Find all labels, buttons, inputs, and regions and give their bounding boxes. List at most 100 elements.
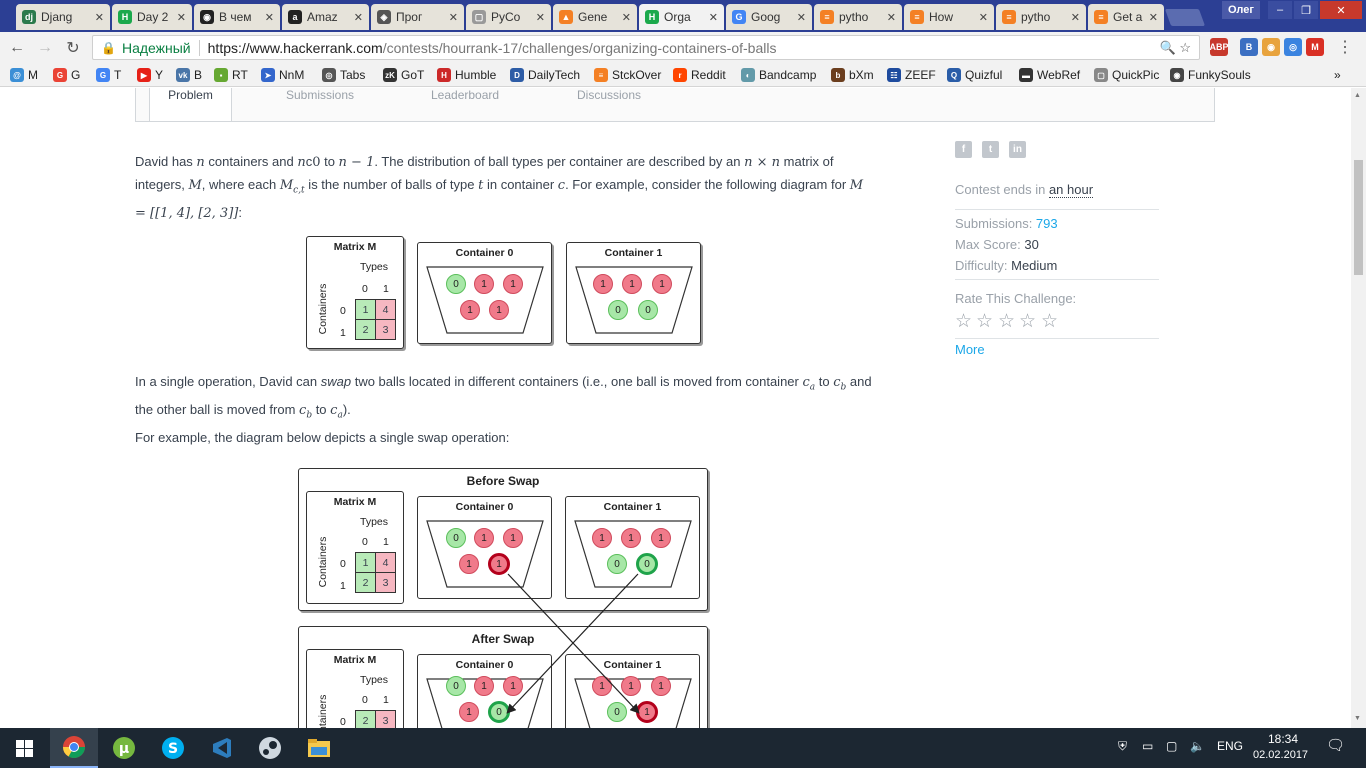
bookmark-item[interactable]: ☷ ZEEF — [887, 67, 936, 83]
browser-tab[interactable]: ≡ pytho ✕ — [996, 4, 1086, 30]
twitter-icon[interactable]: t — [982, 141, 999, 158]
language-indicator[interactable]: ENG — [1217, 739, 1243, 753]
bookmark-item[interactable]: ➤ NnM — [261, 67, 304, 83]
bookmark-label: StckOver — [612, 68, 662, 82]
profile-button[interactable]: Олег — [1222, 1, 1260, 19]
bookmark-item[interactable]: r Reddit — [673, 67, 726, 83]
tab-close-icon[interactable]: ✕ — [797, 11, 806, 24]
extension-icon[interactable]: ABP — [1210, 38, 1229, 56]
tab-close-icon[interactable]: ✕ — [265, 11, 274, 24]
tab-close-icon[interactable]: ✕ — [622, 11, 631, 24]
browser-tab[interactable]: H Day 2 ✕ — [112, 4, 192, 30]
bookmark-item[interactable]: GT — [96, 67, 121, 83]
steam-icon[interactable] — [246, 728, 294, 768]
visual-studio-icon[interactable] — [198, 728, 246, 768]
network-icon[interactable]: ▭ — [1142, 739, 1153, 753]
tab-close-icon[interactable]: ✕ — [354, 11, 363, 24]
browser-tab[interactable]: a Amaz ✕ — [282, 4, 369, 30]
bookmark-item[interactable]: ▬ WebRef — [1019, 67, 1080, 83]
bookmark-label: FunkySouls — [1188, 68, 1251, 82]
tab-close-icon[interactable]: ✕ — [449, 11, 458, 24]
scrollbar-thumb[interactable] — [1354, 160, 1363, 275]
bookmark-item[interactable]: vk B — [176, 67, 202, 83]
tab-favicon-icon: ◉ — [200, 10, 214, 24]
page-scrollbar[interactable]: ▲ ▼ — [1351, 88, 1366, 728]
bookmark-item[interactable]: @ M — [10, 67, 38, 83]
scroll-down-icon[interactable]: ▼ — [1354, 715, 1361, 722]
scroll-up-icon[interactable]: ▲ — [1354, 92, 1361, 99]
linkedin-icon[interactable]: in — [1009, 141, 1026, 158]
browser-tab[interactable]: dj Djang ✕ — [16, 4, 110, 30]
notification-area-icon[interactable]: ▢ — [1166, 739, 1177, 753]
bookmark-item[interactable]: ◉ FunkySouls — [1170, 67, 1251, 83]
volume-icon[interactable]: 🔈 — [1190, 739, 1205, 753]
tab-close-icon[interactable]: ✕ — [95, 11, 104, 24]
bookmark-item[interactable]: zK GoT — [383, 67, 424, 83]
browser-tab[interactable]: G Goog ✕ — [726, 4, 812, 30]
bookmark-item[interactable]: b bXm — [831, 67, 874, 83]
more-link[interactable]: More — [955, 342, 985, 357]
extension-icon[interactable]: ◉ — [1262, 38, 1280, 56]
browser-tab[interactable]: ≡ pytho ✕ — [814, 4, 902, 30]
skype-icon[interactable]: S — [149, 728, 197, 768]
browser-tab[interactable]: ≡ How ✕ — [904, 4, 994, 30]
bookmark-item[interactable]: ≡ StckOver — [594, 67, 661, 83]
rating-star-icon[interactable]: ☆ — [1019, 310, 1036, 333]
back-icon[interactable]: ← — [6, 37, 28, 59]
close-window-icon[interactable]: ✕ — [1320, 1, 1362, 19]
bookmark-item[interactable]: ◐ Bandcamp — [741, 67, 816, 83]
new-tab-button[interactable] — [1164, 9, 1206, 26]
rating-star-icon[interactable]: ☆ — [1041, 310, 1058, 333]
extension-icon[interactable]: M — [1306, 38, 1324, 56]
bookmark-item[interactable]: D DailyTech — [510, 67, 580, 83]
extension-icon[interactable]: B — [1240, 38, 1258, 56]
rating-star-icon[interactable]: ☆ — [955, 310, 972, 333]
clock-date[interactable]: 02.02.2017 — [1253, 749, 1308, 761]
tab-close-icon[interactable]: ✕ — [887, 11, 896, 24]
action-center-icon[interactable]: 🗨 — [1326, 736, 1345, 754]
bookmark-item[interactable]: GG — [53, 67, 80, 83]
browser-tab[interactable]: ≡ Get a ✕ — [1088, 4, 1164, 30]
tab-close-icon[interactable]: ✕ — [536, 11, 545, 24]
extension-icon[interactable]: ◎ — [1284, 38, 1302, 56]
bookmark-item[interactable]: ◎ Tabs — [322, 67, 365, 83]
tab-title: PyCo — [491, 10, 521, 24]
reload-icon[interactable]: ↻ — [62, 37, 84, 59]
bookmark-item[interactable]: ▶ Y — [137, 67, 163, 83]
tab-favicon-icon: a — [288, 10, 302, 24]
divider — [955, 338, 1159, 339]
submissions-link[interactable]: 793 — [1036, 216, 1058, 231]
rating-star-icon[interactable]: ☆ — [976, 310, 993, 333]
browser-tab[interactable]: ◈ Прог ✕ — [371, 4, 464, 30]
browser-tab[interactable]: ▲ Gene ✕ — [553, 4, 637, 30]
bookmark-item[interactable]: ▢ QuickPic — [1094, 67, 1159, 83]
file-explorer-icon[interactable] — [295, 728, 343, 768]
menu-icon[interactable]: ⋮ — [1334, 36, 1356, 58]
utorrent-icon[interactable]: µ — [100, 728, 148, 768]
tab-close-icon[interactable]: ✕ — [979, 11, 988, 24]
bookmark-icon: H — [437, 68, 451, 82]
tab-close-icon[interactable]: ✕ — [709, 11, 718, 24]
bookmarks-bar: @ M G G G T ▶ Y vk B ▪ RT ➤ NnM ◎ Tabs zK GoT H Humble D Dail… — [0, 63, 1366, 87]
bookmark-item[interactable]: H Humble — [437, 67, 496, 83]
facebook-icon[interactable]: f — [955, 141, 972, 158]
browser-tab[interactable]: ▢ PyCo ✕ — [466, 4, 551, 30]
bookmark-item[interactable]: ▪ RT — [214, 67, 248, 83]
browser-tab[interactable]: H Orga ✕ — [639, 4, 724, 30]
rating-star-icon[interactable]: ☆ — [998, 310, 1015, 333]
forward-icon[interactable]: → — [34, 37, 56, 59]
chrome-icon[interactable] — [50, 728, 98, 768]
tab-close-icon[interactable]: ✕ — [1071, 11, 1080, 24]
clock-time[interactable]: 18:34 — [1266, 732, 1300, 746]
shield-icon[interactable]: ⛨ — [1118, 739, 1127, 754]
tab-close-icon[interactable]: ✕ — [1149, 11, 1158, 24]
bookmarks-overflow[interactable]: » — [1334, 67, 1341, 83]
address-bar[interactable]: 🔒 Надежный https://www.hackerrank.com/co… — [92, 35, 1200, 60]
start-icon[interactable] — [0, 728, 48, 768]
minimize-icon[interactable]: – — [1268, 1, 1292, 19]
browser-tab[interactable]: ◉ В чем ✕ — [194, 4, 280, 30]
bookmark-item[interactable]: Q Quizful — [947, 67, 1002, 83]
tab-close-icon[interactable]: ✕ — [177, 11, 186, 24]
zoom-star-icons[interactable]: 🔍 ☆ — [1160, 40, 1191, 56]
restore-icon[interactable]: ❐ — [1294, 1, 1318, 19]
